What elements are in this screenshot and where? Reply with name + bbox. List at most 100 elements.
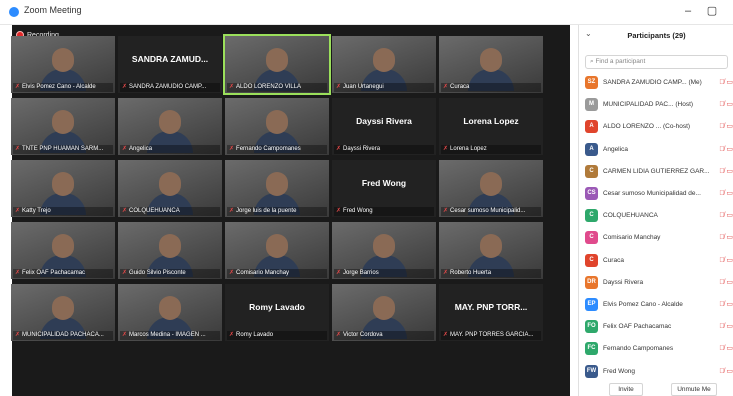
video-tile[interactable]: ✗ Cesar sumoso Municipalid... [439,160,543,217]
tile-name-label: ✗ Elvis Pomez Cano - Alcalde [13,83,113,92]
muted-mic-icon: 🎙̸ ▭ [719,190,733,197]
participant-video [480,234,502,258]
avatar: C [585,209,598,223]
video-tile[interactable]: ✗ Jorge luis de la puente [225,160,329,217]
participant-search-input[interactable]: ⌕ Find a participant [585,55,728,69]
participant-video [373,296,395,320]
tile-display-name: Fred Wong [361,178,407,188]
window-title: Zoom Meeting [24,5,82,15]
video-tile[interactable]: ✗ MUNICIPALIDAD PACHACA... [11,284,115,341]
participant-row[interactable]: FW Fred Wong 🎙̸ ▭ [585,362,733,382]
video-tile[interactable]: Dayssi Rivera ✗ Dayssi Rivera [332,98,436,155]
video-tile[interactable]: ✗ Marcos Medina - IMAGEN ... [118,284,222,341]
tile-name: Cesar sumoso Municipalid... [450,208,526,214]
participant-video [52,110,74,134]
minimize-button[interactable]: – [681,4,695,18]
video-tile[interactable]: ✗ Roberto Huerta [439,222,543,279]
tile-name-label: ✗ Fernando Campomanes [227,145,327,154]
participant-row[interactable]: FO Felix OAF Pachacamac 🎙̸ ▭ [585,317,733,337]
tile-name-label: ✗ SANDRA ZAMUDIO CAMP... [120,83,220,92]
tile-name: Katty Trejo [22,208,51,214]
video-tile[interactable]: ✗ TNTE PNP HUAMAN SARM... [11,98,115,155]
participant-row[interactable]: A Angelica 🎙̸ ▭ [585,140,733,160]
tile-name: Victor Cordova [343,332,383,338]
tile-display-name: SANDRA ZAMUD... [131,54,209,64]
unmute-me-button[interactable]: Unmute Me [671,383,717,396]
muted-mic-icon: ✗ [15,84,21,90]
avatar: A [585,120,598,134]
video-tile[interactable]: MAY. PNP TORR... ✗ MAY. PNP TORRES GARCIA.… [439,284,543,341]
muted-mic-icon: ✗ [122,208,128,214]
participant-row[interactable]: FC Fernando Campomanes 🎙̸ ▭ [585,339,733,359]
video-tile[interactable]: ✗ Felix OAF Pachacamac [11,222,115,279]
video-tile[interactable]: ✗ Juan Urtanegui [332,36,436,93]
tile-name: MUNICIPALIDAD PACHACA... [22,332,104,338]
video-tile[interactable]: ✗ COLQUEHUANCA [118,160,222,217]
video-tile[interactable]: ✗ Comisario Manchay [225,222,329,279]
video-tile[interactable]: Fred Wong ✗ Fred Wong [332,160,436,217]
video-tile[interactable]: ✗ Victor Cordova [332,284,436,341]
participants-panel: ⌄ Participants (29) ⌕ Find a participant… [578,25,733,396]
avatar: FC [585,342,598,356]
muted-mic-icon: ✗ [122,146,128,152]
muted-mic-icon: 🎙̸ ▭ [719,101,733,109]
muted-mic-icon: ✗ [336,208,342,214]
maximize-button[interactable]: ▢ [705,4,719,18]
video-tile[interactable]: SANDRA ZAMUD... ✗ SANDRA ZAMUDIO CAMP... [118,36,222,93]
tile-name: Elvis Pomez Cano - Alcalde [22,84,96,90]
tile-name-label: ✗ MAY. PNP TORRES GARCIA... [441,331,541,340]
video-tile[interactable]: Lorena Lopez ✗ Lorena Lopez [439,98,543,155]
participant-row[interactable]: A ALDO LORENZO ... (Co-host) 🎙̸ ▭ [585,117,733,137]
panel-footer: Invite Unmute Me [579,383,733,396]
muted-mic-icon: ✗ [229,84,235,90]
participant-row[interactable]: EP Elvis Pomez Cano - Alcalde 🎙̸ ▭ [585,295,733,315]
tile-name: Roberto Huerta [450,270,492,276]
muted-mic-icon: ✗ [443,332,449,338]
participant-row[interactable]: C Comisario Manchay 🎙̸ ▭ [585,228,733,248]
tile-name: Comisario Manchay [236,270,290,276]
tile-name: Dayssi Rivera [343,146,381,152]
video-tile[interactable]: Romy Lavado ✗ Romy Lavado [225,284,329,341]
tile-name-label: ✗ COLQUEHUANCA [120,207,220,216]
muted-mic-icon: 🎙̸ ▭ [719,367,733,375]
title-bar: Zoom Meeting – ▢ [0,0,733,25]
participant-video [52,296,74,320]
participant-name: Fernando Campomanes [603,345,674,353]
tile-display-name: Dayssi Rivera [356,116,412,126]
avatar: FO [585,320,598,334]
video-tile[interactable]: ✗ Angelica [118,98,222,155]
muted-mic-icon: ✗ [336,146,342,152]
video-tile[interactable]: ✗ Fernando Campomanes [225,98,329,155]
muted-mic-icon: ✗ [122,332,128,338]
muted-mic-icon: 🎙̸ ▭ [719,212,733,220]
muted-mic-icon: 🎙̸ ▭ [719,234,733,242]
video-tile[interactable]: ✗ Guido Silvio Pisconte [118,222,222,279]
tile-name-label: ✗ Felix OAF Pachacamac [13,269,113,278]
avatar: CS [585,187,598,200]
participant-row[interactable]: C CARMEN LIDIA GUTIERREZ GAR... 🎙̸ ▭ [585,162,733,182]
video-tile[interactable]: ✗ Jorge Barrios [332,222,436,279]
tile-name-label: ✗ Jorge Barrios [334,269,434,278]
tile-name: Jorge luis de la puente [236,208,297,214]
participant-row[interactable]: SZ SANDRA ZAMUDIO CAMP... (Me) 🎙̸ ▭ [585,73,733,93]
muted-mic-icon: 🎙̸ ▭ [719,167,733,175]
participant-row[interactable]: CS Cesar sumoso Municipalidad de... 🎙̸ ▭ [585,184,733,204]
participant-row[interactable]: DR Dayssi Rivera 🎙̸ ▭ [585,273,733,293]
participant-row[interactable]: C COLQUEHUANCA 🎙̸ ▭ [585,206,733,226]
participant-row[interactable]: C Curaca 🎙̸ ▭ [585,251,733,271]
invite-button[interactable]: Invite [609,383,643,396]
video-tile[interactable]: ✗ Katty Trejo [11,160,115,217]
participant-row[interactable]: M MUNICIPALIDAD PAC... (Host) 🎙̸ ▭ [585,95,733,115]
participant-name: Elvis Pomez Cano - Alcalde [603,301,683,308]
muted-mic-icon: 🎙̸ ▭ [719,278,733,286]
video-tile[interactable]: ✗ Curaca [439,36,543,93]
tile-name: COLQUEHUANCA [129,208,180,214]
video-tile[interactable]: ✗ ALDO LORENZO VILLA [223,34,331,95]
muted-mic-icon: ✗ [443,270,449,276]
tile-name-label: ✗ Angelica [120,145,220,154]
muted-mic-icon: 🎙̸ ▭ [719,145,733,153]
tile-name-label: ✗ Lorena Lopez [441,145,541,154]
video-tile[interactable]: ✗ Elvis Pomez Cano - Alcalde [11,36,115,93]
tile-display-name: MAY. PNP TORR... [454,302,528,312]
muted-mic-icon: ✗ [229,332,235,338]
